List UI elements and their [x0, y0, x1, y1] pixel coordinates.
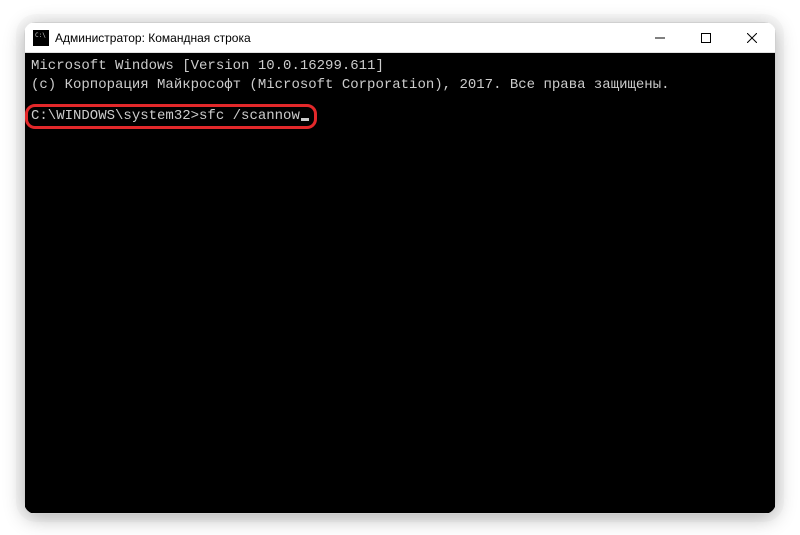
terminal-body[interactable]: Microsoft Windows [Version 10.0.16299.61… — [25, 53, 775, 513]
command-prompt: C:\WINDOWS\system32>sfc /scannow — [31, 108, 309, 124]
maximize-icon — [701, 33, 711, 43]
command-prompt-window: Администратор: Командная строка Microsof… — [24, 22, 776, 514]
titlebar[interactable]: Администратор: Командная строка — [25, 23, 775, 53]
window-title: Администратор: Командная строка — [55, 31, 637, 45]
close-icon — [747, 33, 757, 43]
command-text: sfc /scannow — [199, 108, 300, 124]
minimize-button[interactable] — [637, 23, 683, 52]
terminal-output-line: Microsoft Windows [Version 10.0.16299.61… — [31, 57, 769, 76]
maximize-button[interactable] — [683, 23, 729, 52]
window-frame: Администратор: Командная строка Microsof… — [24, 22, 776, 514]
cmd-icon — [33, 30, 49, 46]
close-button[interactable] — [729, 23, 775, 52]
window-controls — [637, 23, 775, 52]
cursor-icon — [301, 118, 309, 121]
minimize-icon — [655, 33, 665, 43]
command-line-highlight: C:\WINDOWS\system32>sfc /scannow — [31, 107, 309, 126]
terminal-output-line: (c) Корпорация Майкрософт (Microsoft Cor… — [31, 76, 769, 95]
prompt-text: C:\WINDOWS\system32> — [31, 108, 199, 124]
